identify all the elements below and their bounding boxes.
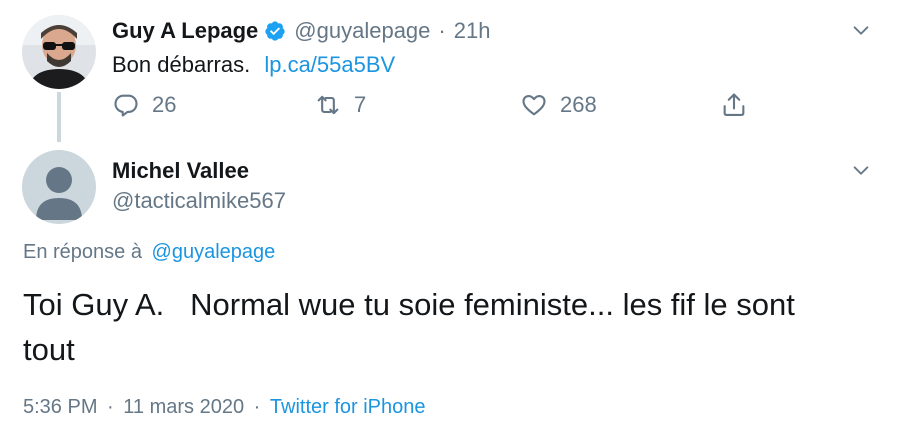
tweet1-header: Guy A Lepage @guyalepage · 21h — [112, 18, 490, 44]
tweet-date[interactable]: 11 mars 2020 — [123, 396, 244, 418]
share-icon — [723, 93, 745, 116]
reply-icon — [114, 94, 138, 117]
handle[interactable]: @tacticalmike567 — [112, 188, 286, 214]
share-button[interactable] — [720, 91, 748, 119]
like-icon — [522, 94, 546, 116]
separator-dot: · — [253, 396, 261, 418]
tweet-source-link[interactable]: Twitter for iPhone — [270, 396, 426, 418]
separator-dot: · — [438, 18, 446, 43]
reply-context: En réponse à @guyalepage — [23, 241, 275, 264]
separator-dot: · — [107, 396, 114, 418]
profile-photo — [22, 15, 96, 89]
tweet-text-line: Toi Guy A. Normal wue tu soie feministe.… — [23, 287, 795, 322]
retweet-button[interactable]: 7 — [314, 91, 366, 119]
avatar-michel-vallee[interactable] — [22, 150, 96, 224]
tweet-text-line: tout — [23, 332, 75, 367]
like-count: 268 — [560, 92, 597, 117]
tweet-link[interactable]: lp.ca/55a5BV — [264, 52, 395, 77]
timestamp[interactable]: 21h — [454, 18, 491, 44]
reply-prefix: En réponse à — [23, 241, 142, 263]
reply-count: 26 — [152, 92, 177, 117]
tweet-time[interactable]: 5:36 PM — [23, 396, 97, 418]
default-avatar-icon — [22, 150, 96, 224]
reply-button[interactable]: 26 — [112, 91, 176, 119]
retweet-count: 7 — [354, 92, 367, 117]
caret-down-icon[interactable] — [850, 160, 872, 182]
thread-connector — [57, 92, 61, 142]
display-name[interactable]: Guy A Lepage — [112, 18, 258, 44]
caret-down-icon[interactable] — [850, 20, 872, 42]
tweet-text: Bon débarras. — [112, 52, 251, 77]
tweet-meta: 5:36 PM · 11 mars 2020 · Twitter for iPh… — [23, 396, 426, 419]
tweet1-text: Bon débarras. lp.ca/55a5BV — [112, 52, 395, 78]
handle[interactable]: @guyalepage — [294, 18, 430, 44]
reply-to-link[interactable]: @guyalepage — [152, 241, 276, 263]
like-button[interactable]: 268 — [520, 91, 597, 119]
avatar-guy-a-lepage[interactable] — [22, 15, 96, 89]
verified-badge-icon — [264, 20, 286, 42]
display-name[interactable]: Michel Vallee — [112, 158, 249, 184]
retweet-icon — [317, 95, 339, 115]
tweet-text: Toi Guy A. Normal wue tu soie feministe.… — [23, 282, 883, 372]
